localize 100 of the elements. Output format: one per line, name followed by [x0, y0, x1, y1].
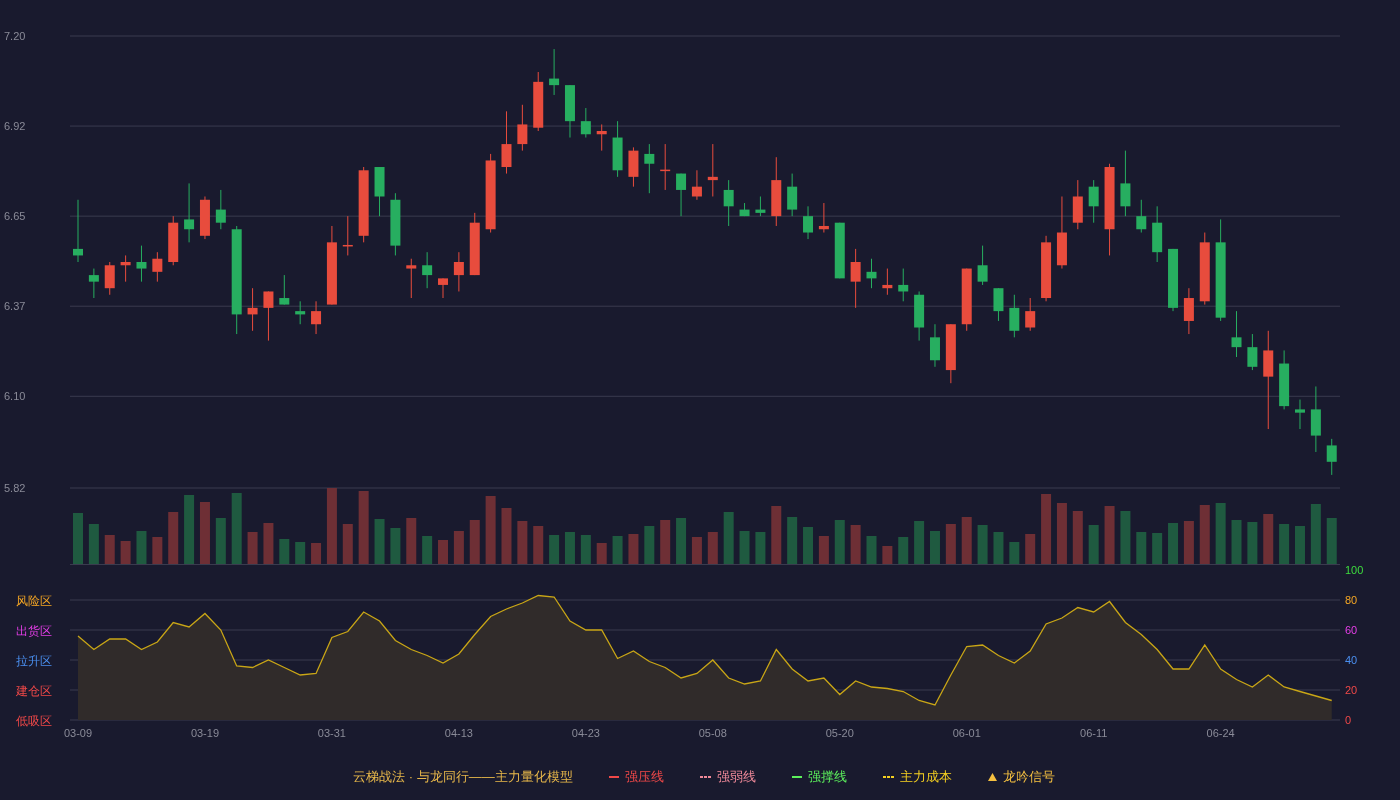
zone-label: 低吸区	[16, 714, 52, 728]
candle	[676, 173, 687, 217]
candle	[1152, 205, 1163, 263]
volume-bar	[1120, 511, 1131, 565]
volume-bar	[898, 537, 909, 565]
candle	[930, 323, 940, 368]
candle	[660, 143, 671, 191]
volume-bar	[215, 518, 226, 565]
axis-label: 5.82	[4, 482, 26, 494]
volume-bar	[930, 531, 940, 565]
candle	[199, 196, 210, 240]
zone-label: 拉升区	[16, 654, 52, 668]
volume-bar	[1295, 526, 1305, 565]
candle	[977, 245, 988, 286]
volume-bar	[533, 526, 544, 565]
candle	[1120, 150, 1131, 217]
volume-bar	[993, 532, 1004, 565]
candle	[453, 251, 464, 292]
volume-bar	[834, 520, 845, 565]
axis-label: 60	[1345, 624, 1358, 636]
volume-bar	[882, 546, 893, 565]
volume-bar	[1310, 504, 1321, 565]
candle	[88, 268, 99, 299]
candle	[1025, 297, 1036, 332]
candle	[866, 258, 877, 289]
volume-bar	[580, 535, 591, 565]
axis-label: 6.10	[4, 390, 26, 403]
candle	[739, 202, 750, 217]
candle	[818, 202, 829, 233]
volume-bar	[1056, 503, 1067, 565]
zone-label: 风险区	[16, 594, 52, 608]
candle	[1231, 310, 1242, 358]
axis-label: 0	[1345, 714, 1352, 726]
candle	[993, 287, 1004, 322]
candle	[374, 166, 385, 217]
candle	[215, 189, 226, 230]
legend-title: 云梯战法 · 与龙同行——主力量化模型	[353, 768, 573, 786]
legend-item[interactable]: 龙吟信号	[1002, 767, 1055, 787]
legend-item[interactable]: 主力成本	[899, 767, 952, 787]
legend-item[interactable]: 强压线	[624, 767, 664, 787]
axis-label: 03-19	[190, 727, 220, 739]
axis-label: 6.92	[4, 120, 26, 133]
candle	[501, 110, 512, 175]
candle	[1310, 385, 1321, 453]
axis-label: 05-20	[825, 727, 854, 739]
candle	[279, 274, 290, 306]
zone-label: 建仓区	[16, 684, 52, 698]
candle	[850, 248, 861, 309]
axis-label: 03-31	[317, 727, 346, 739]
candle	[152, 251, 163, 283]
volume-bar	[469, 520, 480, 565]
volume-bar	[691, 537, 702, 565]
candle	[723, 179, 734, 227]
legend-item[interactable]: 强撑线	[807, 767, 847, 787]
volume-bar	[1326, 518, 1337, 565]
volume-bar	[850, 525, 861, 565]
volume-bar	[1263, 514, 1274, 565]
volume-bar	[136, 531, 147, 565]
volume-bar	[1183, 521, 1194, 565]
volume-bar	[723, 512, 734, 565]
candle	[882, 268, 893, 296]
volume-bar	[676, 518, 687, 565]
volume-bar	[501, 508, 512, 565]
candle	[644, 143, 655, 194]
volume-bar	[453, 531, 464, 565]
volume-bar	[517, 521, 528, 565]
candle	[787, 173, 798, 217]
volume-bar	[1072, 511, 1083, 565]
candle	[406, 258, 417, 299]
candle	[390, 192, 401, 256]
candle	[263, 291, 274, 342]
volume-bar	[104, 535, 115, 565]
volume-bar	[914, 521, 925, 565]
candle	[1183, 287, 1194, 335]
axis-label: 03-09	[63, 727, 93, 739]
axis-label: 80	[1345, 594, 1358, 606]
candle	[612, 120, 623, 178]
candle	[961, 268, 972, 332]
volume-bar	[739, 531, 750, 565]
volume-bar	[945, 524, 956, 565]
volume-bar	[247, 532, 258, 565]
volume-bar	[1199, 505, 1210, 565]
axis-label: 6.65	[4, 210, 26, 223]
candle	[1072, 179, 1083, 230]
candle	[295, 300, 306, 325]
volume-bar	[818, 536, 829, 565]
volume-bar	[120, 541, 131, 565]
candle	[517, 104, 528, 152]
volume-bar	[1136, 532, 1147, 565]
volume-bar	[295, 542, 306, 565]
volume-bar	[787, 517, 798, 565]
volume-bar	[184, 495, 195, 565]
volume-bar	[311, 543, 322, 565]
candle	[342, 215, 353, 256]
candle	[1279, 349, 1290, 410]
candle	[707, 143, 718, 197]
volume-bar	[342, 524, 353, 565]
candle	[1168, 248, 1179, 312]
legend-item[interactable]: 强弱线	[716, 767, 756, 787]
zone-label: 出货区	[16, 624, 52, 638]
